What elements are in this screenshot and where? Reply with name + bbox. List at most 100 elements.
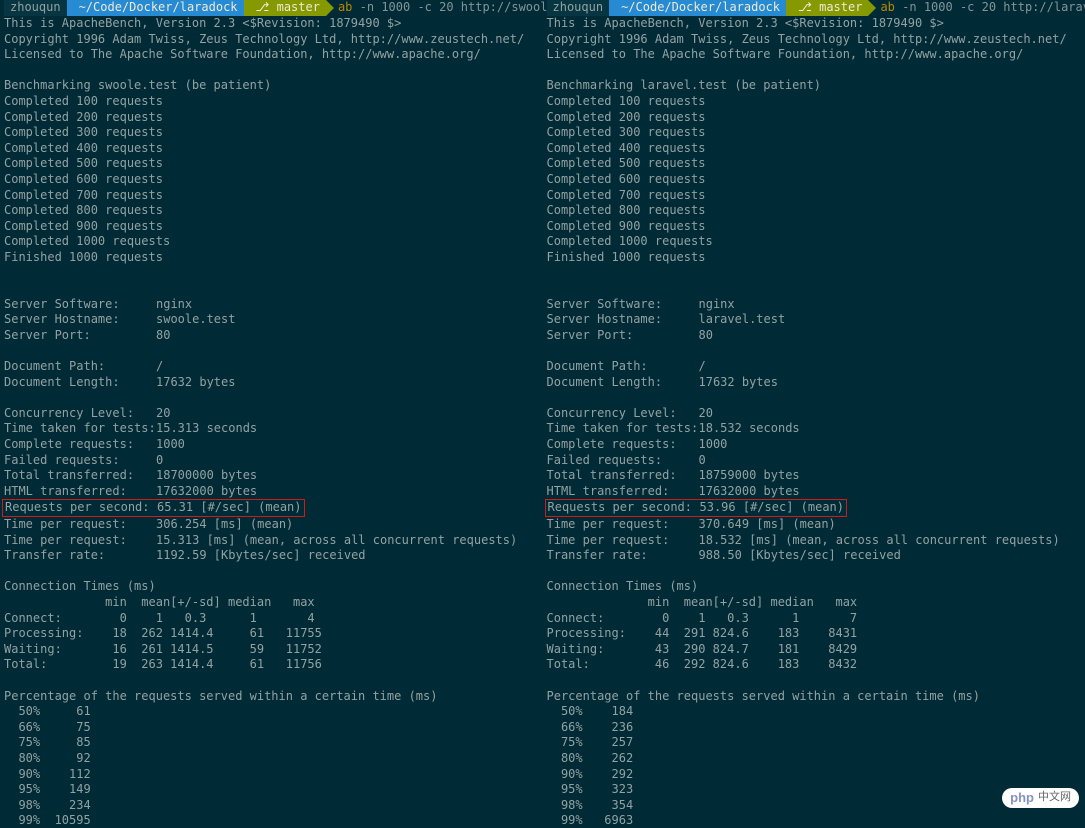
progress-line: Completed 600 requests — [547, 172, 1085, 188]
kv-row: Transfer rate:988.50 [Kbytes/sec] receiv… — [547, 548, 1085, 564]
ab-header-line: Copyright 1996 Adam Twiss, Zeus Technolo… — [547, 32, 1085, 48]
kv-row: Server Software:nginx — [547, 297, 1085, 313]
kv-row: Failed requests:0 — [547, 453, 1085, 469]
rps-highlight-box: Requests per second:53.96 [#/sec] (mean) — [545, 499, 848, 517]
prompt-line: zhouqun~/Code/Docker/laradock⎇ masterab … — [547, 0, 1085, 16]
kv-row: Transfer rate:1192.59 [Kbytes/sec] recei… — [4, 548, 543, 564]
prompt-user-seg: zhouqun — [547, 0, 610, 16]
progress-line: Finished 1000 requests — [547, 250, 1085, 266]
kv-row: Document Path:/ — [4, 359, 543, 375]
command-name: ab — [338, 0, 352, 14]
kv-value: 17632000 bytes — [699, 484, 800, 500]
kv-row: Failed requests:0 — [4, 453, 543, 469]
kv-value: 1000 — [156, 437, 185, 453]
blank-line — [4, 281, 543, 297]
benchmarking-line: Benchmarking swoole.test (be patient) — [4, 78, 543, 94]
prompt-command: ab -n 1000 -c 20 http://laravel.test — [868, 0, 1085, 16]
kv-label: Document Path: — [4, 359, 156, 375]
progress-line: Completed 300 requests — [547, 125, 1085, 141]
kv-row: Concurrency Level:20 — [4, 406, 543, 422]
prompt-path-seg: ~/Code/Docker/laradock — [67, 0, 244, 16]
percentile-row: 66% 236 — [547, 720, 1085, 736]
kv-row: Server Hostname:laravel.test — [547, 312, 1085, 328]
kv-row: Server Port:80 — [547, 328, 1085, 344]
kv-label: HTML transferred: — [4, 484, 156, 500]
progress-line: Completed 200 requests — [4, 110, 543, 126]
kv-value: / — [699, 359, 706, 375]
percentile-row: 75% 257 — [547, 735, 1085, 751]
kv-label: Complete requests: — [547, 437, 699, 453]
conn-times-row: Connect: 0 1 0.3 1 7 — [547, 611, 1085, 627]
prompt-path-seg: ~/Code/Docker/laradock — [609, 0, 786, 16]
blank-line — [547, 266, 1085, 282]
kv-value: / — [156, 359, 163, 375]
prompt-user: zhouqun — [10, 0, 61, 16]
kv-value: swoole.test — [156, 312, 235, 328]
progress-line: Completed 900 requests — [4, 219, 543, 235]
progress-line: Completed 100 requests — [547, 94, 1085, 110]
ab-header-line: This is ApacheBench, Version 2.3 <$Revis… — [547, 16, 1085, 32]
blank-line — [4, 564, 543, 580]
git-branch-icon: ⎇ — [798, 0, 819, 16]
command-name: ab — [880, 0, 894, 14]
progress-line: Completed 1000 requests — [547, 234, 1085, 250]
kv-row: HTML transferred:17632000 bytes — [547, 484, 1085, 500]
kv-row: Concurrency Level:20 — [547, 406, 1085, 422]
prompt-branch-seg: ⎇ master — [244, 0, 326, 16]
terminal-pane-left[interactable]: zhouqun~/Code/Docker/laradock⎇ masterab … — [0, 0, 543, 828]
kv-label: Document Path: — [547, 359, 699, 375]
conn-times-title: Connection Times (ms) — [4, 579, 543, 595]
kv-value: 988.50 [Kbytes/sec] received — [699, 548, 901, 564]
kv-value: 1000 — [699, 437, 728, 453]
kv-row: Document Path:/ — [547, 359, 1085, 375]
rps-row: Requests per second:65.31 [#/sec] (mean) — [4, 499, 543, 517]
progress-line: Completed 500 requests — [4, 156, 543, 172]
blank-line — [4, 63, 543, 79]
kv-value: laravel.test — [699, 312, 786, 328]
kv-row: Server Hostname:swoole.test — [4, 312, 543, 328]
kv-label: Time per request: — [4, 517, 156, 533]
progress-line: Completed 400 requests — [547, 141, 1085, 157]
kv-label: Concurrency Level: — [547, 406, 699, 422]
progress-line: Completed 800 requests — [547, 203, 1085, 219]
blank-line — [4, 266, 543, 282]
kv-label: Requests per second: — [5, 500, 157, 516]
kv-value: 0 — [699, 453, 706, 469]
kv-value: 80 — [156, 328, 170, 344]
kv-label: Time per request: — [4, 533, 156, 549]
kv-label: Transfer rate: — [4, 548, 156, 564]
git-branch-icon: ⎇ — [256, 0, 277, 16]
kv-row: Server Software:nginx — [4, 297, 543, 313]
percentile-row: 90% 112 — [4, 767, 543, 783]
kv-row: Document Length:17632 bytes — [4, 375, 543, 391]
blank-line — [547, 390, 1085, 406]
benchmarking-line: Benchmarking laravel.test (be patient) — [547, 78, 1085, 94]
progress-line: Completed 700 requests — [547, 188, 1085, 204]
percentile-title: Percentage of the requests served within… — [4, 689, 543, 705]
kv-row: Time per request:306.254 [ms] (mean) — [4, 517, 543, 533]
logo-caption: 中文网 — [1038, 790, 1071, 806]
kv-row: Total transferred:18700000 bytes — [4, 468, 543, 484]
progress-line: Completed 300 requests — [4, 125, 543, 141]
conn-times-title: Connection Times (ms) — [547, 579, 1085, 595]
kv-label: Document Length: — [547, 375, 699, 391]
kv-value: 17632 bytes — [699, 375, 778, 391]
ab-header-line: Licensed to The Apache Software Foundati… — [547, 47, 1085, 63]
kv-row: HTML transferred:17632000 bytes — [4, 484, 543, 500]
kv-label: Total transferred: — [4, 468, 156, 484]
kv-label: Time taken for tests: — [547, 421, 699, 437]
kv-row: Time per request:18.532 [ms] (mean, acro… — [547, 533, 1085, 549]
kv-label: Server Hostname: — [547, 312, 699, 328]
conn-times-row: Connect: 0 1 0.3 1 4 — [4, 611, 543, 627]
prompt-user-seg: zhouqun — [4, 0, 67, 16]
php-logo-text: php — [1010, 790, 1034, 806]
progress-line: Completed 1000 requests — [4, 234, 543, 250]
conn-times-header: min mean[+/-sd] median max — [547, 595, 1085, 611]
kv-label: Transfer rate: — [547, 548, 699, 564]
progress-line: Completed 600 requests — [4, 172, 543, 188]
kv-row: Time taken for tests:18.532 seconds — [547, 421, 1085, 437]
rps-row: Requests per second:53.96 [#/sec] (mean) — [547, 499, 1085, 517]
ab-header-line: Copyright 1996 Adam Twiss, Zeus Technolo… — [4, 32, 543, 48]
percentile-row: 50% 61 — [4, 704, 543, 720]
terminal-pane-right[interactable]: zhouqun~/Code/Docker/laradock⎇ masterab … — [543, 0, 1085, 828]
